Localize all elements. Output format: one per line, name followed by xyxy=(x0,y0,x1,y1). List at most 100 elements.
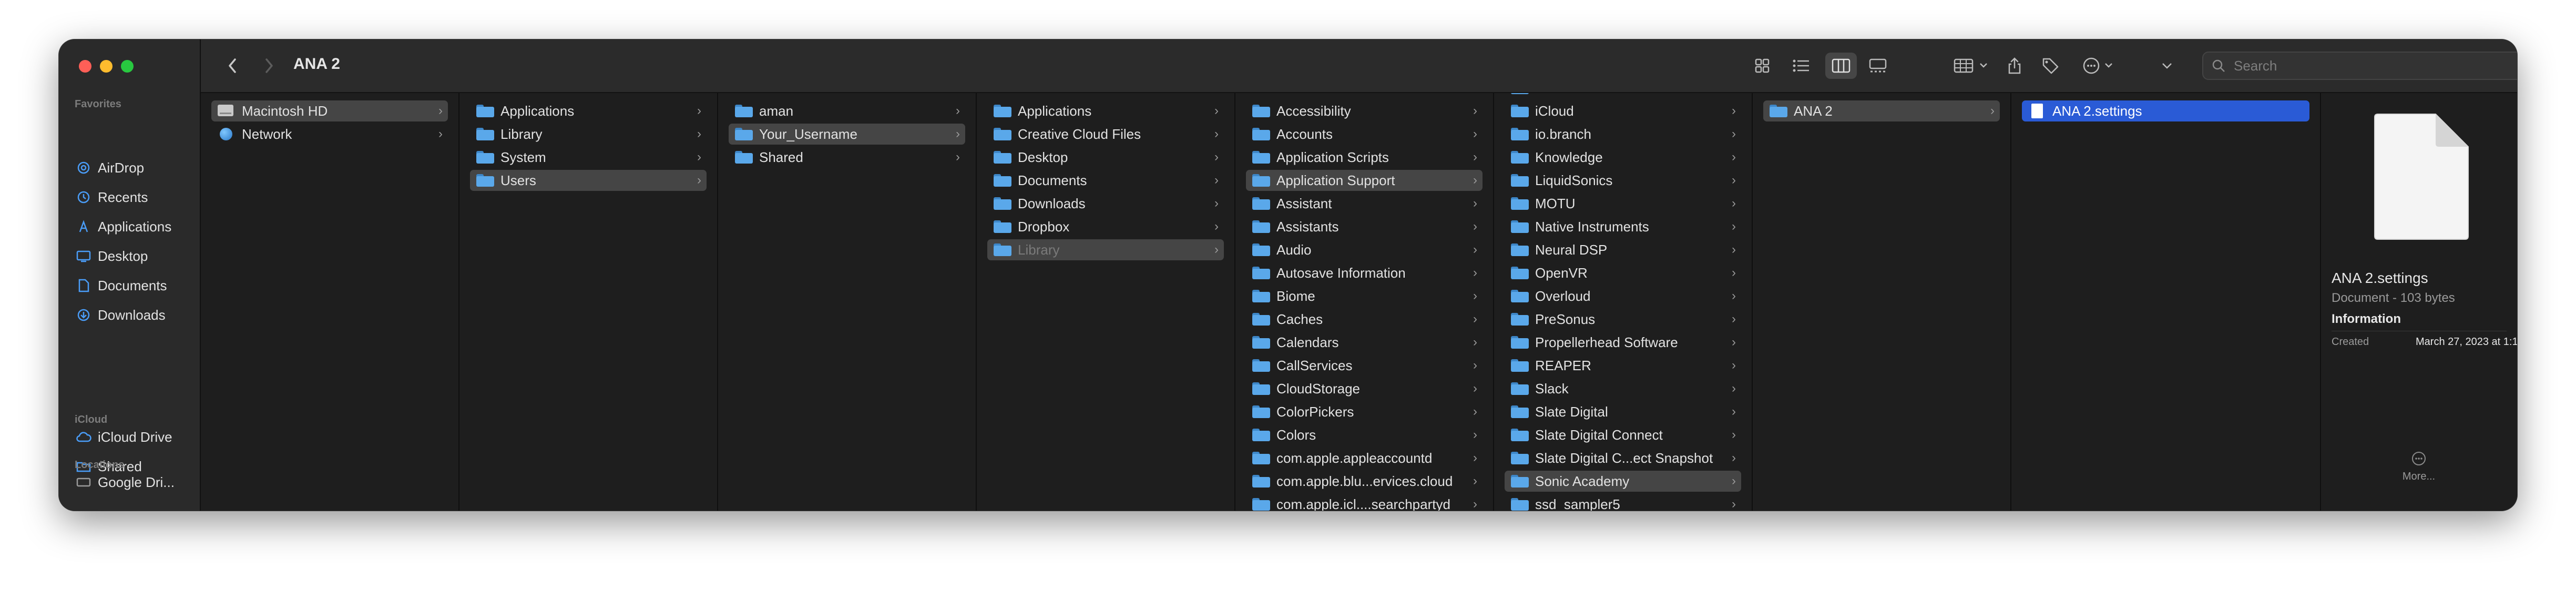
back-button[interactable] xyxy=(222,53,243,79)
column-row[interactable]: ANA 2 › xyxy=(1763,100,2000,121)
close-window-button[interactable] xyxy=(79,60,91,73)
column-row[interactable]: REAPER › xyxy=(1505,355,1741,376)
tags-button[interactable] xyxy=(2040,53,2061,79)
column-row[interactable]: Assistant › xyxy=(1246,193,1483,214)
gallery-view-button[interactable] xyxy=(1867,53,1888,79)
column-row[interactable]: CloudStorage › xyxy=(1246,378,1483,399)
column-row[interactable]: Biome › xyxy=(1246,286,1483,307)
column-row[interactable]: Assistants › xyxy=(1246,216,1483,237)
sidebar-item-fav-4[interactable]: Documents xyxy=(76,274,191,297)
column-row[interactable]: Calendars › xyxy=(1246,332,1483,353)
column-row-partial[interactable] xyxy=(1505,93,1741,98)
column-row[interactable]: Knowledge › xyxy=(1505,147,1741,168)
search-field[interactable] xyxy=(2202,52,2517,80)
preview-more-button[interactable] xyxy=(2403,451,2435,469)
column-row[interactable]: ssd_sampler5 › xyxy=(1505,494,1741,511)
column-row[interactable]: Library › xyxy=(470,124,707,145)
sidebar-item-fav-1[interactable]: Recents xyxy=(76,186,191,209)
column-row[interactable]: Slate Digital › xyxy=(1505,401,1741,422)
column-row[interactable]: Slate Digital Connect › xyxy=(1505,424,1741,445)
column-row-label: System xyxy=(500,149,546,165)
column-row[interactable]: Propellerhead Software › xyxy=(1505,332,1741,353)
column-row[interactable]: Applications › xyxy=(987,100,1224,121)
sidebar-item-fav-5[interactable]: Downloads xyxy=(76,303,191,327)
column-row[interactable]: io.branch › xyxy=(1505,124,1741,145)
column-row[interactable]: Colors › xyxy=(1246,424,1483,445)
column-row-label: CallServices xyxy=(1276,357,1353,373)
column-5[interactable]: iCloud › io.branch › Knowledge › LiquidSonics ›… xyxy=(1494,93,1753,511)
column-row[interactable]: com.apple.icl....searchpartyd › xyxy=(1246,494,1483,511)
column-0[interactable]: Macintosh HD › Network › xyxy=(201,93,459,511)
column-4[interactable]: Accessibility › Accounts › Application Scrip… xyxy=(1235,93,1494,511)
sidebar-item-fav-3[interactable]: Desktop xyxy=(76,245,191,268)
sidebar-item-loc-0[interactable]: Google Dri... xyxy=(76,471,191,494)
column-row[interactable]: Autosave Information › xyxy=(1246,262,1483,283)
list-view-button[interactable] xyxy=(1791,53,1812,79)
column-row[interactable]: OpenVR › xyxy=(1505,262,1741,283)
column-row[interactable]: com.apple.appleaccountd › xyxy=(1246,448,1483,469)
column-row[interactable]: Creative Cloud Files › xyxy=(987,124,1224,145)
search-input[interactable] xyxy=(2233,57,2517,75)
column-row[interactable]: Shared › xyxy=(729,147,965,168)
column-row[interactable]: Caches › xyxy=(1246,309,1483,330)
chevron-right-icon: › xyxy=(697,150,701,164)
column-row[interactable]: Native Instruments › xyxy=(1505,216,1741,237)
column-row[interactable]: com.apple.blu...ervices.cloud › xyxy=(1246,471,1483,492)
sidebar-item-icloud-0[interactable]: iCloud Drive xyxy=(76,425,191,449)
group-by-button[interactable] xyxy=(1951,53,1994,79)
sidebar-item-fav-0[interactable]: AirDrop xyxy=(76,156,191,179)
column-row[interactable]: CallServices › xyxy=(1246,355,1483,376)
zoom-window-button[interactable] xyxy=(121,60,134,73)
column-row[interactable]: Applications › xyxy=(470,100,707,121)
column-row-label: Applications xyxy=(1018,103,1092,119)
column-6[interactable]: ANA 2 › xyxy=(1753,93,2011,511)
column-row-label: Documents xyxy=(1018,172,1087,188)
column-row[interactable]: Users › xyxy=(470,170,707,191)
column-view-button[interactable] xyxy=(1825,53,1857,79)
column-row[interactable]: Desktop › xyxy=(987,147,1224,168)
folder-icon xyxy=(1511,174,1529,187)
column-row[interactable]: Slack › xyxy=(1505,378,1741,399)
column-3[interactable]: Applications › Creative Cloud Files › Deskto… xyxy=(977,93,1235,511)
column-row[interactable]: ColorPickers › xyxy=(1246,401,1483,422)
column-row[interactable]: MOTU › xyxy=(1505,193,1741,214)
share-button[interactable] xyxy=(2004,53,2025,79)
column-1[interactable]: Applications › Library › System › Users › xyxy=(459,93,718,511)
folder-icon xyxy=(1252,197,1270,210)
column-row[interactable]: Network › xyxy=(211,124,448,145)
column-row[interactable]: aman › xyxy=(729,100,965,121)
column-row[interactable]: Accounts › xyxy=(1246,124,1483,145)
minimize-window-button[interactable] xyxy=(100,60,113,73)
column-7[interactable]: ANA 2.settings xyxy=(2011,93,2321,511)
column-row[interactable]: Overloud › xyxy=(1505,286,1741,307)
column-row[interactable]: Your_Username › xyxy=(729,124,965,145)
forward-button[interactable] xyxy=(259,53,280,79)
column-2[interactable]: aman › Your_Username › Shared › xyxy=(718,93,977,511)
column-row[interactable]: Documents › xyxy=(987,170,1224,191)
column-row[interactable]: PreSonus › xyxy=(1505,309,1741,330)
more-actions-button[interactable] xyxy=(2080,53,2122,79)
column-row[interactable]: Macintosh HD › xyxy=(211,100,448,121)
column-row[interactable]: System › xyxy=(470,147,707,168)
column-row[interactable]: Application Support › xyxy=(1246,170,1483,191)
column-row[interactable]: Application Scripts › xyxy=(1246,147,1483,168)
chevron-right-icon: › xyxy=(1473,381,1477,395)
column-row[interactable]: Dropbox › xyxy=(987,216,1224,237)
icon-view-button[interactable] xyxy=(1752,53,1773,79)
toolbar-overflow-button[interactable] xyxy=(2156,53,2178,79)
column-row[interactable]: Library › xyxy=(987,239,1224,260)
chevron-right-icon: › xyxy=(1473,104,1477,118)
column-row[interactable]: ANA 2.settings xyxy=(2022,100,2309,121)
column-row[interactable]: Audio › xyxy=(1246,239,1483,260)
column-row[interactable]: Neural DSP › xyxy=(1505,239,1741,260)
column-row[interactable]: Slate Digital C...ect Snapshot › xyxy=(1505,448,1741,469)
column-row[interactable]: Accessibility › xyxy=(1246,100,1483,121)
column-row[interactable]: LiquidSonics › xyxy=(1505,170,1741,191)
column-row[interactable]: Sonic Academy › xyxy=(1505,471,1741,492)
sidebar-item-fav-2[interactable]: Applications xyxy=(76,215,191,238)
column-row[interactable]: Downloads › xyxy=(987,193,1224,214)
column-row[interactable]: iCloud › xyxy=(1505,100,1741,121)
chevron-right-icon: › xyxy=(1732,219,1736,233)
chevron-right-icon: › xyxy=(1473,428,1477,442)
folder-icon xyxy=(476,128,494,140)
